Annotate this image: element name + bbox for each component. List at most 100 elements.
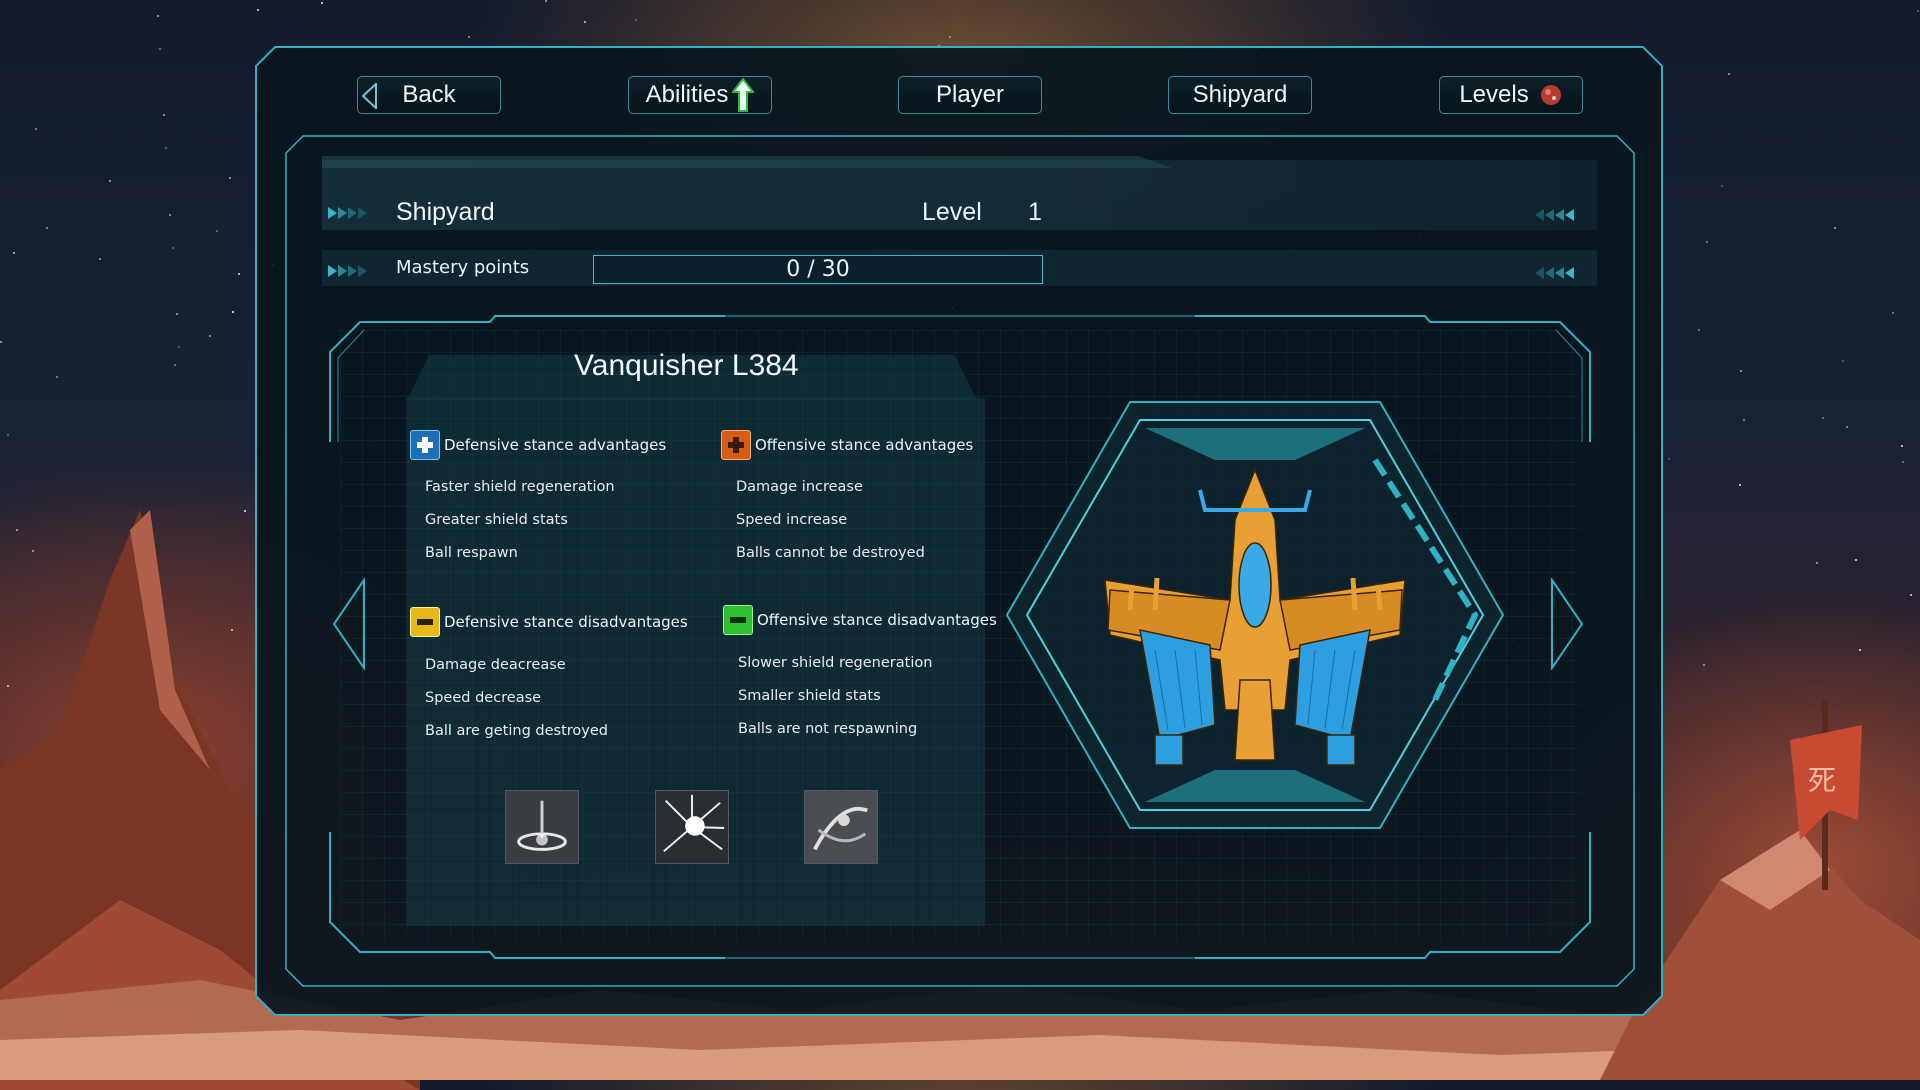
abilities-button[interactable]: Abilities [628, 76, 772, 114]
star [1917, 9, 1920, 12]
section-title: Shipyard [396, 198, 495, 226]
levels-label: Levels [1459, 81, 1529, 108]
mastery-label: Mastery points [396, 257, 530, 278]
list-item: Balls cannot be destroyed [736, 545, 925, 561]
defensive-advantages-title: Defensive stance advantages [444, 436, 667, 454]
back-button[interactable]: Back [357, 76, 501, 114]
list-item: Smaller shield stats [738, 688, 881, 704]
star [177, 346, 180, 349]
star [1821, 416, 1824, 419]
star [1668, 458, 1671, 461]
offensive-disadvantages-title: Offensive stance disadvantages [757, 611, 997, 629]
star [1728, 73, 1731, 76]
star [1854, 559, 1857, 562]
star [109, 179, 111, 182]
minus-icon [723, 605, 753, 635]
star [256, 8, 259, 11]
list-item: Ball respawn [425, 545, 518, 561]
back-label: Back [402, 81, 456, 108]
planet-icon [1539, 83, 1563, 107]
list-item: Slower shield regeneration [738, 655, 933, 671]
offensive-advantages-title: Offensive stance advantages [755, 436, 974, 454]
star [34, 127, 37, 130]
star [99, 258, 102, 261]
ship-name: Vanquisher L384 [574, 349, 799, 382]
star [583, 20, 586, 23]
defensive-disadvantages-title: Defensive stance disadvantages [444, 613, 688, 631]
star [320, 2, 323, 5]
list-item: Damage deacrease [425, 657, 566, 673]
banner-flag: 死 [1790, 700, 1862, 890]
star [159, 47, 162, 50]
shipyard-label: Shipyard [1192, 81, 1288, 108]
plus-icon [410, 430, 440, 460]
offensive-advantages-header: Offensive stance advantages [721, 430, 973, 460]
plus-icon [721, 430, 751, 460]
star [1901, 461, 1904, 464]
star [1720, 185, 1723, 188]
list-item: Greater shield stats [425, 512, 568, 528]
star [1742, 419, 1745, 422]
star [1842, 360, 1845, 363]
list-item: Balls are not respawning [738, 721, 918, 737]
player-label: Player [935, 81, 1005, 108]
level-value: 1 [1028, 198, 1042, 226]
chevron-left-icon [1535, 209, 1574, 221]
star [467, 35, 470, 38]
defensive-disadvantages-header: Defensive stance disadvantages [410, 607, 688, 637]
player-button[interactable]: Player [898, 76, 1042, 114]
list-item: Speed increase [736, 512, 848, 528]
star [237, 273, 240, 276]
star [163, 114, 166, 117]
list-item: Ball are geting destroyed [425, 723, 608, 739]
star [228, 177, 231, 180]
star [1892, 311, 1895, 314]
defensive-advantages-header: Defensive stance advantages [410, 430, 666, 460]
star [46, 226, 49, 229]
ability-thumbnail-shield-burst[interactable] [505, 790, 579, 864]
mastery-progress-bar: 0 / 30 [593, 255, 1043, 284]
star [1900, 444, 1903, 447]
star [1739, 483, 1742, 486]
mastery-text: 0 / 30 [786, 257, 850, 282]
shipyard-button[interactable]: Shipyard [1168, 76, 1312, 114]
next-ship-arrow[interactable] [1548, 578, 1584, 670]
star [173, 363, 176, 366]
ability-thumbnail-explosion[interactable] [655, 790, 729, 864]
level-label: Level [922, 198, 982, 226]
star [209, 334, 212, 337]
star [1739, 369, 1742, 372]
star [1833, 227, 1836, 230]
list-item: Faster shield regeneration [425, 479, 615, 495]
star [948, 36, 951, 39]
levels-button[interactable]: Levels [1439, 76, 1583, 114]
list-item: Speed decrease [425, 690, 542, 706]
star [634, 19, 637, 22]
star [165, 147, 168, 150]
chevron-left-icon [1535, 267, 1574, 279]
star [1816, 561, 1819, 564]
svg-text:死: 死 [1808, 764, 1836, 797]
star [171, 246, 174, 249]
star [231, 310, 234, 313]
star [1697, 329, 1700, 332]
star [13, 251, 16, 254]
star [0, 341, 3, 344]
star [1846, 426, 1849, 429]
star [55, 375, 58, 378]
star [175, 313, 178, 316]
ability-thumbnail-vortex[interactable] [804, 790, 878, 864]
star [544, 0, 547, 3]
chevron-right-icon [328, 207, 367, 219]
abilities-label: Abilities [645, 81, 729, 108]
minus-icon [410, 607, 440, 637]
left-triangle-icon [362, 83, 377, 109]
star [157, 14, 160, 17]
up-arrow-icon [732, 78, 755, 112]
star [169, 213, 172, 216]
star [216, 229, 219, 232]
star [1705, 241, 1708, 244]
previous-ship-arrow[interactable] [332, 578, 368, 670]
chevron-right-icon [328, 265, 367, 277]
star [7, 433, 10, 436]
